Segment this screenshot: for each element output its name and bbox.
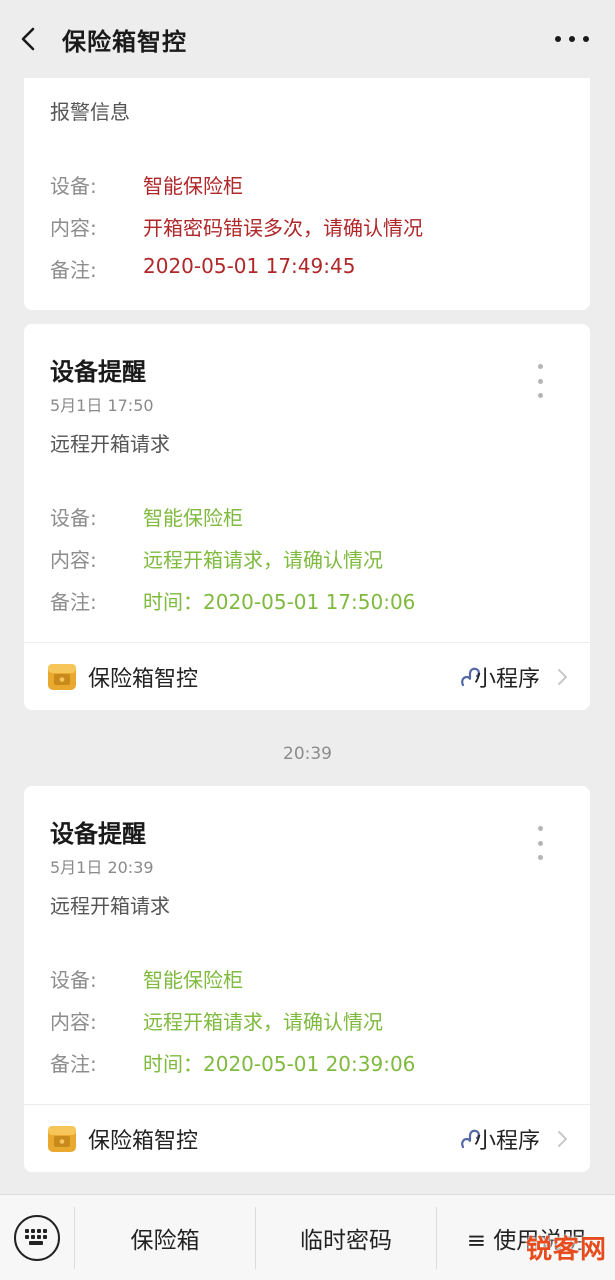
content-value: 远程开箱请求，请确认情况 xyxy=(143,1010,383,1034)
content-label: 内容: xyxy=(50,548,97,572)
remark-label: 备注: xyxy=(50,1052,97,1076)
content-label: 内容: xyxy=(50,216,97,240)
device-label: 设备: xyxy=(50,968,97,992)
card-title: 设备提醒 xyxy=(50,358,146,386)
more-options-button[interactable] xyxy=(555,36,589,44)
card-title: 设备提醒 xyxy=(50,820,146,848)
mini-program-label: 小程序 xyxy=(473,667,540,692)
chevron-right-icon xyxy=(558,669,567,685)
card-menu-button[interactable] xyxy=(536,826,544,860)
back-arrow-icon xyxy=(21,27,35,51)
bottom-menu-bar: 保险箱 临时密码 ≡ 使用说明 xyxy=(0,1194,615,1280)
card-description: 远程开箱请求 xyxy=(50,894,170,918)
card-menu-button[interactable] xyxy=(536,364,544,398)
alert-card: 报警信息 设备: 智能保险柜 内容: 开箱密码错误多次，请确认情况 备注: 20… xyxy=(24,58,590,310)
device-value: 智能保险柜 xyxy=(143,968,243,992)
mini-program-logo-icon xyxy=(48,1126,76,1152)
card-time: 5月1日 20:39 xyxy=(50,858,154,877)
card-description: 远程开箱请求 xyxy=(50,432,170,456)
remark-value: 2020-05-01 17:49:45 xyxy=(143,254,356,278)
chevron-right-icon xyxy=(558,1131,567,1147)
device-label: 设备: xyxy=(50,506,97,530)
remark-label: 备注: xyxy=(50,258,97,282)
device-value: 智能保险柜 xyxy=(143,174,243,198)
chat-timestamp: 20:39 xyxy=(283,744,332,764)
mini-program-label: 小程序 xyxy=(473,1129,540,1154)
keyboard-toggle-button[interactable] xyxy=(14,1215,60,1261)
content-value: 开箱密码错误多次，请确认情况 xyxy=(143,216,423,240)
more-dots-icon xyxy=(555,36,561,42)
remark-label: 备注: xyxy=(50,590,97,614)
back-button[interactable] xyxy=(14,24,44,54)
page-title: 保险箱智控 xyxy=(62,28,187,56)
menu-safe-box[interactable]: 保险箱 xyxy=(75,1195,255,1280)
menu-temp-password[interactable]: 临时密码 xyxy=(256,1195,436,1280)
mini-program-link[interactable]: 保险箱智控 小程序 xyxy=(24,643,590,710)
content-label: 内容: xyxy=(50,1010,97,1034)
remark-value: 时间：2020-05-01 17:50:06 xyxy=(143,590,416,614)
mini-program-name: 保险箱智控 xyxy=(88,1129,199,1154)
content-value: 远程开箱请求，请确认情况 xyxy=(143,548,383,572)
device-value: 智能保险柜 xyxy=(143,506,243,530)
device-reminder-card: 设备提醒 5月1日 17:50 远程开箱请求 设备: 智能保险柜 内容: 远程开… xyxy=(24,324,590,710)
mini-program-name: 保险箱智控 xyxy=(88,667,199,692)
card-time: 5月1日 17:50 xyxy=(50,396,154,415)
device-label: 设备: xyxy=(50,174,97,198)
watermark-logo: 锐客网 xyxy=(525,1235,607,1265)
top-bar: 保险箱智控 xyxy=(0,0,615,78)
keyboard-icon xyxy=(25,1229,47,1245)
device-reminder-card: 设备提醒 5月1日 20:39 远程开箱请求 设备: 智能保险柜 内容: 远程开… xyxy=(24,786,590,1172)
mini-program-link[interactable]: 保险箱智控 小程序 xyxy=(24,1105,590,1172)
card-description: 报警信息 xyxy=(50,100,130,124)
mini-program-logo-icon xyxy=(48,664,76,690)
vertical-dots-icon xyxy=(537,826,543,831)
app: 保险箱智控 报警信息 设备: 智能保险柜 内容: 开箱密码错误多次，请确认情况 … xyxy=(0,0,615,1280)
remark-value: 时间：2020-05-01 20:39:06 xyxy=(143,1052,416,1076)
vertical-dots-icon xyxy=(537,364,543,369)
